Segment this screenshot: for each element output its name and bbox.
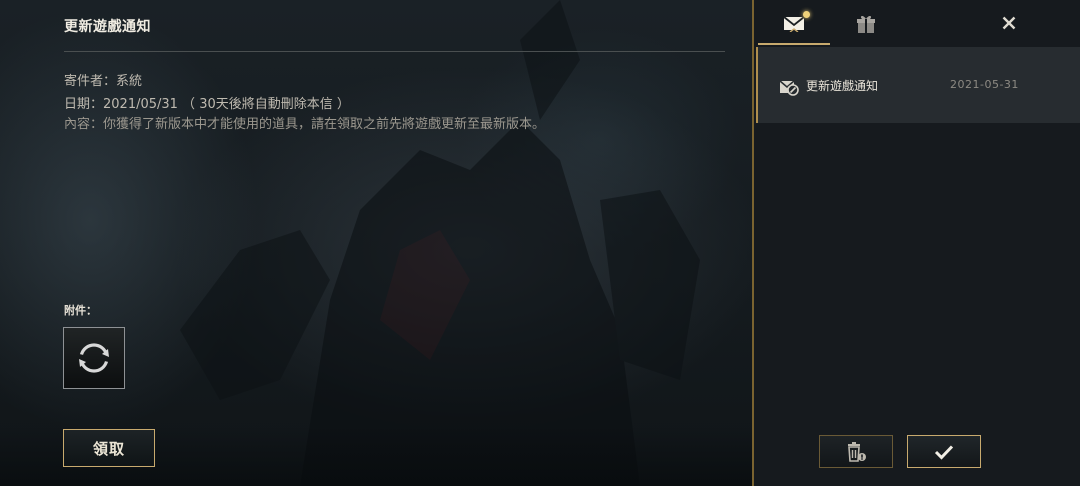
mail-list-item[interactable]: 更新遊戲通知 2021-05-31 [756, 47, 1080, 123]
trash-icon [848, 441, 866, 462]
claim-button[interactable]: 領取 [63, 429, 155, 467]
mail-icon [783, 16, 805, 32]
mail-item-title: 更新遊戲通知 [806, 79, 879, 93]
attachment-item[interactable] [63, 327, 125, 389]
attachments-label: 附件： [64, 304, 97, 317]
title-divider [64, 51, 725, 52]
inbox-tabs [754, 0, 1080, 46]
checkmark-icon [934, 444, 954, 460]
tab-gift[interactable] [850, 8, 882, 40]
active-tab-underline [758, 43, 830, 45]
mail-detail-pane: 更新遊戲通知 寄件者：系統 日期：2021/05/31 （ 30天後將自動刪除本… [0, 0, 752, 486]
mail-sender: 寄件者：系統 [64, 74, 143, 89]
close-button[interactable] [992, 6, 1026, 40]
mail-screen: 更新遊戲通知 寄件者：系統 日期：2021/05/31 （ 30天後將自動刪除本… [0, 0, 1080, 486]
inbox-panel: 更新遊戲通知 2021-05-31 [752, 0, 1080, 486]
refresh-icon [79, 343, 109, 373]
tab-mail[interactable] [758, 0, 830, 46]
mail-title: 更新遊戲通知 [64, 19, 151, 35]
confirm-button[interactable] [907, 435, 981, 468]
mail-item-date: 2021-05-31 [950, 78, 1019, 91]
mail-content: 內容：你獲得了新版本中才能使用的道具，請在領取之前先將遊戲更新至最新版本。 [64, 117, 546, 132]
close-icon [1002, 16, 1016, 30]
mail-date: 日期：2021/05/31 （ 30天後將自動刪除本信 ） [64, 97, 350, 112]
mail-open-icon [779, 80, 799, 96]
unread-dot [803, 11, 810, 18]
gift-icon [857, 15, 875, 33]
delete-button[interactable] [819, 435, 893, 468]
